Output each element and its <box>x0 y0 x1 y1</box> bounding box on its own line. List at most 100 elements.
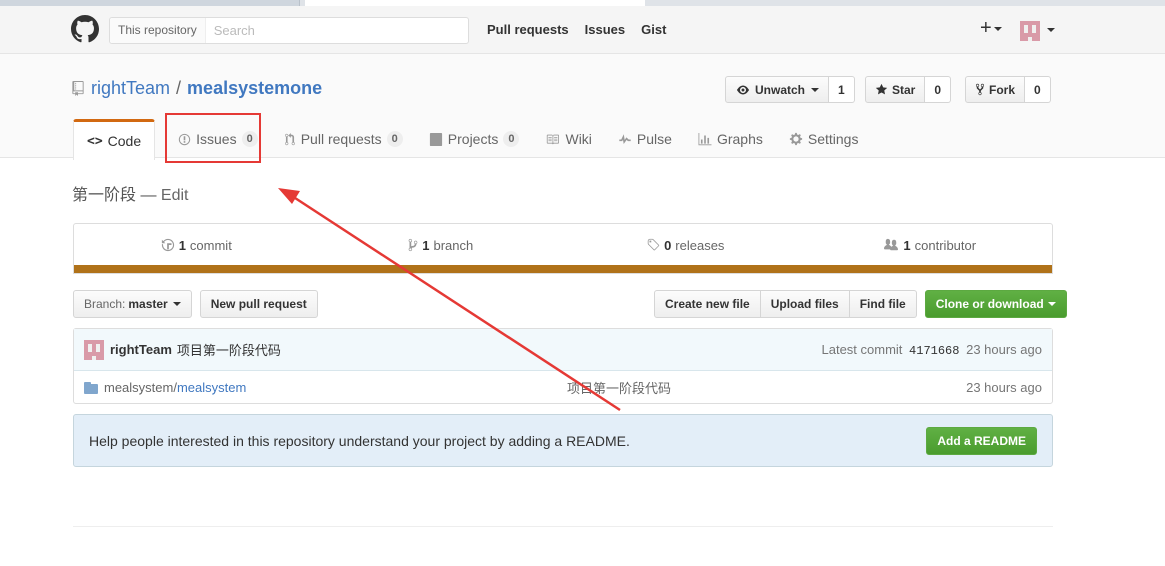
fork-label: Fork <box>989 82 1016 97</box>
unwatch-label: Unwatch <box>755 82 806 97</box>
releases-count: 0 <box>664 237 672 253</box>
book-icon <box>547 134 560 144</box>
search-input[interactable] <box>205 18 468 43</box>
repo-name-link[interactable]: mealsystemone <box>187 78 322 99</box>
history-icon <box>161 238 174 252</box>
tab-wiki[interactable]: Wiki <box>532 119 604 159</box>
repo-icon <box>72 81 84 96</box>
readme-prompt-text: Help people interested in this repositor… <box>89 432 630 449</box>
tab-pulse-label: Pulse <box>636 131 672 147</box>
commits-link[interactable]: 1 commit <box>74 224 319 266</box>
commits-label: commit <box>189 237 232 253</box>
latest-commit-label: Latest commit <box>821 341 903 357</box>
author-avatar[interactable] <box>84 339 104 360</box>
add-readme-button[interactable]: Add a README <box>926 426 1037 455</box>
pull-request-icon <box>284 132 295 145</box>
tab-pulse[interactable]: Pulse <box>605 119 685 159</box>
footer-divider <box>73 526 1053 527</box>
releases-link[interactable]: 0 releases <box>563 224 808 266</box>
file-list: rightTeam 项目第一阶段代码 Latest commit 4171668… <box>73 328 1053 404</box>
fork-icon <box>975 83 985 96</box>
pulls-counter: 0 <box>386 131 403 147</box>
edit-description-link[interactable]: Edit <box>161 187 189 204</box>
site-header: This repository Pull requests Issues Gis… <box>0 6 1165 54</box>
chevron-down-icon <box>1047 302 1056 306</box>
new-pull-request-button[interactable]: New pull request <box>199 290 318 318</box>
repo-owner-link[interactable]: rightTeam <box>91 78 170 99</box>
contributors-link[interactable]: 1 contributor <box>808 224 1053 266</box>
star-count[interactable]: 0 <box>925 76 952 103</box>
tab-pull-requests[interactable]: Pull requests 0 <box>271 119 416 159</box>
create-new-button[interactable]: + <box>980 18 1002 38</box>
tab-settings-label: Settings <box>807 131 859 147</box>
star-button[interactable]: Star <box>865 76 926 103</box>
nav-pull-requests[interactable]: Pull requests <box>487 22 569 37</box>
gear-icon <box>789 132 802 146</box>
repo-description: 第一阶段 — Edit <box>72 181 188 205</box>
tab-code[interactable]: <> Code <box>73 119 156 160</box>
tab-pull-requests-label: Pull requests <box>300 131 382 147</box>
tab-projects-label: Projects <box>447 131 499 147</box>
releases-label: releases <box>675 237 725 253</box>
file-dir: mealsystem/ <box>104 380 177 395</box>
graph-icon <box>698 132 712 145</box>
file-path-link[interactable]: mealsystem/mealsystem <box>104 380 246 395</box>
star-group: Star 0 <box>865 76 952 103</box>
search-scope-label: This repository <box>110 18 206 43</box>
tab-graphs[interactable]: Graphs <box>685 119 776 159</box>
commit-author-link[interactable]: rightTeam <box>110 342 172 357</box>
find-file-button[interactable]: Find file <box>849 290 917 318</box>
projects-counter: 0 <box>503 131 520 147</box>
star-icon <box>875 83 888 95</box>
nav-issues[interactable]: Issues <box>585 22 625 37</box>
branch-label: Branch: <box>84 297 126 311</box>
readme-prompt: Help people interested in this repositor… <box>73 414 1053 467</box>
upload-files-button[interactable]: Upload files <box>760 290 850 318</box>
clone-download-button[interactable]: Clone or download <box>924 290 1067 318</box>
watch-group: Unwatch 1 <box>725 76 855 103</box>
chevron-down-icon <box>172 302 181 306</box>
branches-count: 1 <box>422 237 430 253</box>
github-logo-icon[interactable] <box>71 15 99 43</box>
file-commit-message-link[interactable]: 项目第一阶段代码 <box>567 378 671 397</box>
branch-value: master <box>128 297 168 311</box>
user-avatar[interactable] <box>1020 21 1040 41</box>
repo-title: rightTeam / mealsystemone <box>72 78 322 99</box>
commit-age: 23 hours ago <box>966 341 1042 357</box>
organization-icon <box>884 238 899 251</box>
nav-gist[interactable]: Gist <box>641 22 666 37</box>
tab-settings[interactable]: Settings <box>776 119 872 159</box>
tag-icon <box>647 238 660 251</box>
fork-button[interactable]: Fork <box>965 76 1026 103</box>
commit-message-link[interactable]: 项目第一阶段代码 <box>177 340 281 359</box>
file-age: 23 hours ago <box>966 380 1042 395</box>
project-icon <box>429 132 442 146</box>
branches-label: branch <box>433 237 474 253</box>
chevron-down-icon <box>811 87 820 92</box>
eye-icon <box>737 85 749 94</box>
tab-wiki-label: Wiki <box>565 131 592 147</box>
create-new-file-button[interactable]: Create new file <box>654 290 761 318</box>
numbers-summary: 1 commit 1 branch 0 releases 1 contribut… <box>73 223 1053 274</box>
unwatch-button[interactable]: Unwatch <box>725 76 830 103</box>
search-box[interactable]: This repository <box>109 17 469 44</box>
commit-sha-link[interactable]: 4171668 <box>909 344 959 358</box>
folder-icon <box>84 381 98 394</box>
tab-graphs-label: Graphs <box>716 131 763 147</box>
latest-commit-row: rightTeam 项目第一阶段代码 Latest commit 4171668… <box>74 329 1052 371</box>
fork-count[interactable]: 0 <box>1025 76 1051 103</box>
contributors-count: 1 <box>903 237 911 253</box>
language-bar[interactable] <box>74 265 1052 273</box>
tab-projects[interactable]: Projects 0 <box>416 119 533 159</box>
file-name: mealsystem <box>176 380 247 395</box>
clone-download-label: Clone or download <box>935 297 1044 311</box>
plus-icon: + <box>980 17 992 39</box>
path-separator: / <box>176 78 182 98</box>
commits-count: 1 <box>178 237 186 253</box>
watch-count[interactable]: 1 <box>829 76 855 103</box>
branch-icon <box>408 238 418 252</box>
branch-controls: Branch: master New pull request <box>73 290 318 318</box>
branches-link[interactable]: 1 branch <box>319 224 564 266</box>
chevron-down-icon[interactable] <box>1047 28 1055 32</box>
branch-select-button[interactable]: Branch: master <box>73 290 192 318</box>
